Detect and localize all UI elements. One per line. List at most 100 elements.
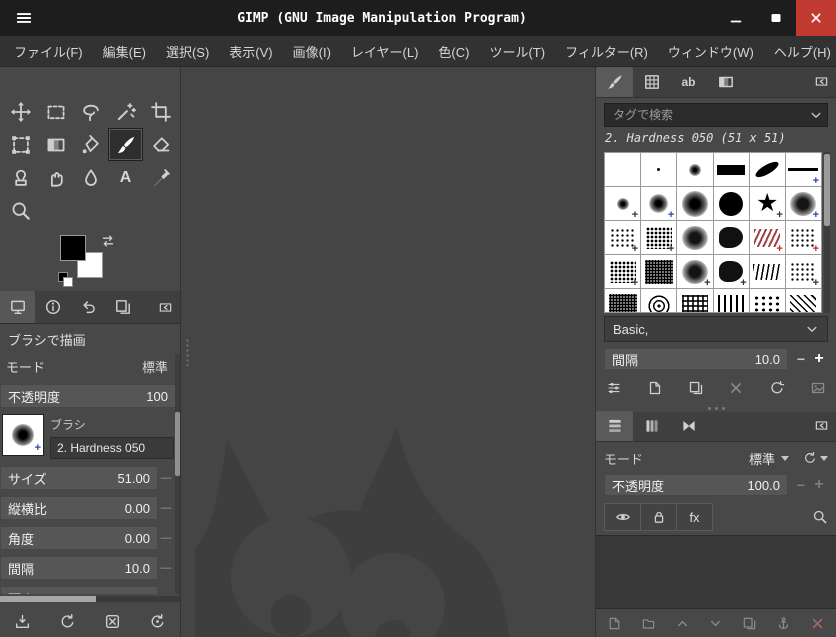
tag-search-input[interactable]: [604, 103, 828, 127]
layer-lock-toggle[interactable]: [640, 503, 677, 531]
brush-filter-dropdown[interactable]: Basic,: [604, 316, 828, 342]
brush-cell[interactable]: +: [641, 187, 677, 220]
layer-visibility-toggle[interactable]: [604, 503, 641, 531]
refresh-brushes-button[interactable]: [769, 380, 785, 396]
tool-transform[interactable]: [3, 128, 38, 161]
new-layer-group-button[interactable]: [641, 616, 656, 631]
brush-thumbnail[interactable]: +: [2, 414, 44, 456]
menu-item[interactable]: 画像(I): [283, 36, 341, 67]
tab-fonts[interactable]: ab: [670, 67, 707, 97]
tool-eraser[interactable]: [143, 128, 178, 161]
tool-color-picker[interactable]: [143, 161, 178, 194]
brush-grid-scrollbar[interactable]: [824, 152, 830, 313]
brush-spacing-slider[interactable]: 間隔 10.0: [604, 348, 788, 370]
brush-name-button[interactable]: 2. Hardness 050: [50, 437, 174, 459]
duplicate-layer-button[interactable]: [742, 616, 757, 631]
menu-item[interactable]: ウィンドウ(W): [658, 36, 764, 67]
tool-gradient[interactable]: [38, 128, 73, 161]
delete-brush-button[interactable]: [728, 380, 744, 396]
brush-cell[interactable]: [677, 289, 713, 312]
opacity-slider[interactable]: 不透明度 100: [0, 384, 176, 408]
tool-options-scrollbar[interactable]: [175, 354, 180, 594]
slider-2[interactable]: 角度 0.00: [0, 526, 158, 550]
layer-mode-switch-button[interactable]: [803, 451, 828, 465]
dock-menu-button[interactable]: [809, 69, 833, 93]
raise-layer-button[interactable]: [675, 616, 690, 631]
brush-cell[interactable]: +: [605, 255, 641, 288]
tab-tool-options[interactable]: [0, 291, 35, 323]
edit-brush-button[interactable]: [606, 380, 622, 396]
layer-mode-dropdown[interactable]: 標準: [749, 449, 789, 468]
menu-item[interactable]: ファイル(F): [4, 36, 93, 67]
tool-free-select[interactable]: [73, 95, 108, 128]
brush-cell[interactable]: [641, 255, 677, 288]
slider-dial-icon[interactable]: —: [158, 562, 174, 574]
search-layers-icon[interactable]: [812, 509, 828, 525]
tab-patterns[interactable]: [633, 67, 670, 97]
window-menu-button[interactable]: [0, 0, 48, 36]
foreground-color-swatch[interactable]: [60, 235, 86, 261]
minimize-button[interactable]: [716, 0, 756, 36]
tool-fuzzy-select[interactable]: [108, 95, 143, 128]
tab-channels[interactable]: [633, 411, 670, 441]
new-layer-button[interactable]: [607, 616, 622, 631]
brush-cell[interactable]: +: [713, 255, 749, 288]
tool-clone[interactable]: [3, 161, 38, 194]
tab-brushes[interactable]: [596, 67, 633, 97]
slider-dial-icon[interactable]: —: [158, 502, 174, 514]
tool-zoom[interactable]: [3, 194, 38, 227]
brush-cell[interactable]: [713, 153, 749, 186]
tool-move[interactable]: [3, 95, 38, 128]
brush-cell[interactable]: [641, 289, 677, 312]
brush-cell[interactable]: [749, 289, 785, 312]
brush-cell[interactable]: +: [785, 187, 821, 220]
reset-tool-options-button[interactable]: [145, 608, 171, 634]
layer-opacity-slider[interactable]: 不透明度 100.0: [604, 474, 788, 496]
brush-cell[interactable]: [677, 221, 713, 254]
slider-0[interactable]: サイズ 51.00: [0, 466, 158, 490]
tab-paths[interactable]: [670, 411, 707, 441]
duplicate-brush-button[interactable]: [688, 380, 704, 396]
scrollbar-thumb[interactable]: [175, 412, 180, 476]
brush-cell[interactable]: [641, 153, 677, 186]
brush-cell[interactable]: [677, 187, 713, 220]
slider-dial-icon[interactable]: —: [158, 532, 174, 544]
brush-cell[interactable]: [749, 255, 785, 288]
horizontal-scrollbar[interactable]: [0, 596, 180, 602]
menu-item[interactable]: 色(C): [428, 36, 479, 67]
dock-menu-button[interactable]: [809, 413, 833, 437]
opacity-decrease-button[interactable]: −: [792, 477, 810, 493]
spacing-decrease-button[interactable]: −: [792, 351, 810, 367]
brush-cell[interactable]: [605, 289, 641, 312]
scrollbar-thumb[interactable]: [0, 596, 96, 602]
layers-list[interactable]: [596, 535, 836, 609]
slider-dial-icon[interactable]: —: [158, 472, 174, 484]
spacing-increase-button[interactable]: +: [810, 350, 828, 368]
brush-cell[interactable]: ★ +: [749, 187, 785, 220]
close-button[interactable]: [796, 0, 836, 36]
tab-device-status[interactable]: [35, 291, 70, 323]
brush-cell[interactable]: +: [749, 221, 785, 254]
restore-tool-options-button[interactable]: [55, 608, 81, 634]
dock-menu-button[interactable]: [153, 295, 177, 319]
brush-cell[interactable]: +: [605, 221, 641, 254]
menu-item[interactable]: フィルター(R): [555, 36, 658, 67]
tool-crop[interactable]: [143, 95, 178, 128]
tool-rectangle-select[interactable]: [38, 95, 73, 128]
brush-cell[interactable]: +: [605, 187, 641, 220]
brush-cell[interactable]: +: [785, 221, 821, 254]
slider-3[interactable]: 間隔 10.0: [0, 556, 158, 580]
brush-cell[interactable]: +: [785, 153, 821, 186]
menu-item[interactable]: 編集(E): [93, 36, 156, 67]
tool-smudge[interactable]: [38, 161, 73, 194]
panel-resize-grip[interactable]: [185, 338, 190, 366]
save-tool-options-button[interactable]: [10, 608, 36, 634]
menu-item[interactable]: 表示(V): [219, 36, 282, 67]
brush-cell[interactable]: [785, 289, 821, 312]
tool-text[interactable]: A: [108, 161, 143, 194]
slider-4[interactable]: 硬さ 50.0: [0, 586, 158, 594]
brush-cell[interactable]: [713, 289, 749, 312]
tool-ink[interactable]: [73, 161, 108, 194]
menu-item[interactable]: ヘルプ(H): [764, 36, 836, 67]
swap-colors-icon[interactable]: [100, 233, 116, 249]
